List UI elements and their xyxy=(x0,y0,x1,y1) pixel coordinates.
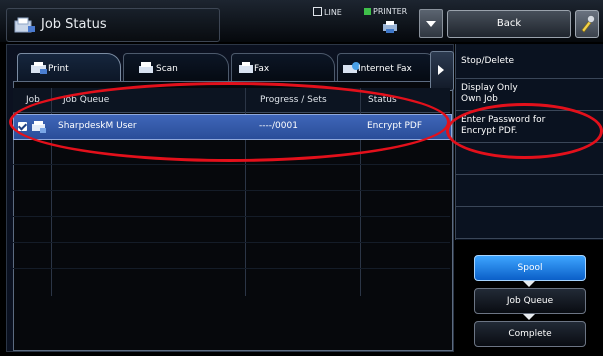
side-item-display-own-job[interactable]: Display Only Own Job xyxy=(456,80,603,111)
flow-arrow-icon xyxy=(523,314,535,320)
row-checkbox[interactable] xyxy=(18,122,27,131)
fax-tab-icon xyxy=(238,61,254,78)
spool-button[interactable]: Spool xyxy=(474,255,586,281)
row-divider xyxy=(13,164,450,165)
col-job-queue: Job Queue xyxy=(63,95,110,105)
row-progress: ----/0001 xyxy=(259,121,298,131)
side-item-empty xyxy=(456,176,603,207)
tab-print[interactable]: Print xyxy=(17,53,121,82)
row-status: Encrypt PDF xyxy=(367,121,423,131)
job-queue-button[interactable]: Job Queue xyxy=(474,288,586,314)
side-menu: Stop/Delete Display Only Own Job Enter P… xyxy=(455,44,603,240)
row-divider xyxy=(13,268,450,269)
expand-side-menu-button[interactable] xyxy=(430,51,454,91)
settings-icon xyxy=(581,15,595,33)
printer-indicator: PRINTER xyxy=(364,7,407,16)
tab-internet-fax[interactable]: Internet Fax xyxy=(337,53,439,82)
back-button[interactable]: Back xyxy=(447,10,571,38)
chevron-down-icon xyxy=(426,21,436,27)
side-item-empty xyxy=(456,208,603,239)
row-divider xyxy=(13,190,450,191)
complete-button[interactable]: Complete xyxy=(474,321,586,347)
flow-arrow-icon xyxy=(523,281,535,287)
tab-scan[interactable]: Scan xyxy=(123,53,229,82)
job-status-icon xyxy=(14,17,36,36)
page-title: Job Status xyxy=(41,17,107,32)
side-item-enter-password[interactable]: Enter Password for Encrypt PDF. xyxy=(456,112,603,143)
tab-fax[interactable]: Fax xyxy=(231,53,335,82)
settings-button[interactable] xyxy=(575,10,599,38)
title-panel: Job Status xyxy=(6,8,220,42)
side-item-stop-delete[interactable]: Stop/Delete xyxy=(456,48,603,79)
chevron-right-icon xyxy=(438,65,444,75)
row-divider xyxy=(13,242,450,243)
status-dropdown-button[interactable] xyxy=(419,9,443,38)
table-header: Job Job Queue Progress / Sets Status xyxy=(13,88,450,113)
print-tab-icon xyxy=(30,61,48,78)
col-status: Status xyxy=(368,95,397,105)
scan-tab-icon xyxy=(138,61,154,78)
row-divider xyxy=(13,216,450,217)
col-job: Job xyxy=(26,95,40,105)
table-row[interactable]: SharpdeskM User ----/0001 Encrypt PDF xyxy=(13,114,452,140)
printer-icon xyxy=(382,20,398,37)
col-progress: Progress / Sets xyxy=(260,95,327,105)
line-indicator: LINE xyxy=(313,7,342,17)
print-job-icon xyxy=(31,120,47,137)
row-job-queue: SharpdeskM User xyxy=(58,121,137,131)
side-item-empty xyxy=(456,144,603,175)
